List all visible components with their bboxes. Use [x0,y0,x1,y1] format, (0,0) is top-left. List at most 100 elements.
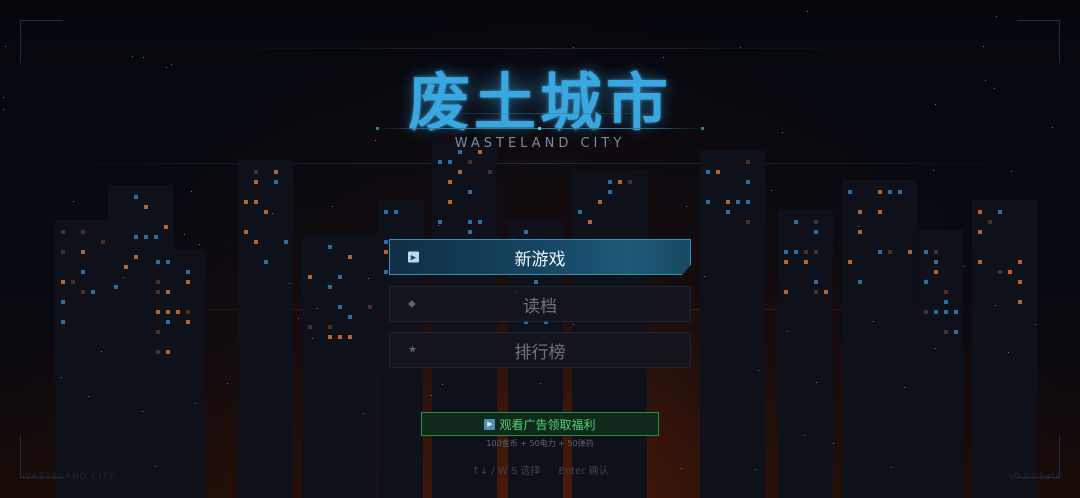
title-rule-center-dot [538,127,541,130]
star [289,283,290,284]
building-window [608,190,612,194]
star [807,11,808,12]
star [332,206,333,207]
ad-reward-text: 100金币 + 50电力 + 50弹药 [486,439,594,448]
building-window [61,250,65,254]
building-window [61,320,65,324]
building-window [156,350,160,354]
building-window [784,260,788,264]
building-window [254,240,258,244]
star [61,377,62,378]
star [1008,352,1009,353]
star [431,395,432,396]
star [317,308,318,309]
building-window [348,335,352,339]
star [184,234,185,235]
building-window [954,330,958,334]
building-window [448,200,452,204]
star [88,396,89,397]
building-window [944,310,948,314]
building-window [924,280,928,284]
title-rule-right-end [701,127,704,130]
star [983,46,984,47]
building-window [924,250,928,254]
building-window [794,220,798,224]
building-window [61,230,65,234]
building-window [878,190,882,194]
building-window [726,210,730,214]
building-window [438,160,442,164]
building-window [934,270,938,274]
building-window [784,250,788,254]
building-window [934,310,938,314]
building-window [338,305,342,309]
star [442,384,443,385]
building-window [244,230,248,234]
star [573,47,574,48]
building-window [328,335,332,339]
star [123,277,124,278]
building-window [274,170,278,174]
building-window [394,210,398,214]
building-window [706,170,710,174]
building-window [1018,260,1022,264]
building-window [1008,270,1012,274]
building-window [468,220,472,224]
building-window [468,230,472,234]
building-window [888,250,892,254]
building-window [608,180,612,184]
building-window [144,235,148,239]
building-window [588,220,592,224]
building-window [448,160,452,164]
load-game-button[interactable]: ◆ 读档 [389,286,691,322]
leaderboard-label: 排行榜 [514,342,566,363]
building [55,220,115,498]
building-window [848,260,852,264]
building-window [934,260,938,264]
building-window [468,160,472,164]
star [873,321,874,322]
building-window [726,200,730,204]
building-window [254,180,258,184]
building-window [578,210,582,214]
controls-hint: ↑↓ / W S 选择 Enter 确认 [0,462,1080,477]
star [904,387,905,388]
star [1011,171,1012,172]
building-window [858,210,862,214]
star [312,338,313,339]
star [995,305,996,306]
leaderboard-button[interactable]: ★ 排行榜 [389,332,691,368]
building-window [81,250,85,254]
star [933,170,934,171]
video-play-icon: ▶ [484,418,496,430]
building-window [328,245,332,249]
building-window [438,220,442,224]
building-window [384,210,388,214]
star [142,411,143,412]
building-window [534,280,538,284]
star [368,278,369,279]
star [298,318,299,319]
building-window [998,210,1002,214]
watch-ad-button[interactable]: ▶ 观看广告领取福利 [421,412,659,436]
building-window [144,205,148,209]
building [918,230,963,498]
footer-brand: WASTELAND CITY [22,472,116,482]
building-window [274,180,278,184]
building-window [156,330,160,334]
new-game-button[interactable]: ▶ 新游戏 [389,239,691,275]
building-window [848,190,852,194]
star [964,266,965,267]
building-window [1018,280,1022,284]
star [363,413,364,414]
building-window [448,180,452,184]
building-window [264,210,268,214]
building-window [478,220,482,224]
star [73,201,74,202]
building-window [166,260,170,264]
star [540,383,541,384]
horizon-line [0,163,1080,164]
star [804,435,805,436]
building-window [794,250,798,254]
confirm-hint: Enter 确认 [558,466,609,477]
